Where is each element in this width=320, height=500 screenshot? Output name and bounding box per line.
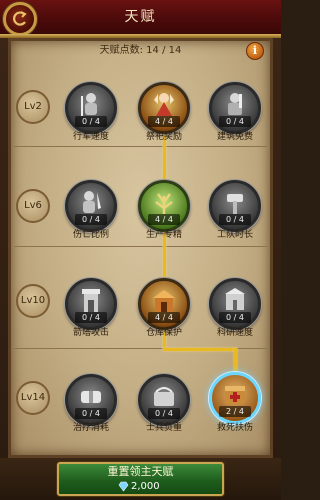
back-button[interactable] bbox=[3, 2, 37, 36]
talent-label: 建筑免费 bbox=[216, 132, 253, 142]
talent-label: 箭塔攻击 bbox=[72, 328, 109, 338]
talent-count: 2 / 4 bbox=[219, 406, 251, 417]
talent-node[interactable]: 4 / 4 bbox=[138, 278, 190, 330]
talent-label: 士兵负重 bbox=[145, 423, 182, 433]
talent-count: 0 / 4 bbox=[148, 408, 180, 419]
talent-count: 0 / 4 bbox=[219, 214, 251, 225]
talent-count: 0 / 4 bbox=[75, 408, 107, 419]
page-title: 天赋 bbox=[124, 9, 157, 25]
talent-count: 0 / 4 bbox=[219, 116, 251, 127]
talent-label: 伤亡比例 bbox=[72, 230, 109, 240]
crops-icon bbox=[155, 193, 173, 214]
talent-node[interactable]: 0 / 4 bbox=[138, 374, 190, 426]
talent-node[interactable]: 0 / 4 bbox=[209, 180, 261, 232]
talent-node[interactable]: 4 / 4 bbox=[138, 180, 190, 232]
talent-node[interactable]: 0 / 4 bbox=[65, 82, 117, 134]
reset-cost: 2,000 bbox=[131, 481, 160, 492]
talent-link bbox=[163, 348, 237, 351]
talent-node[interactable]: 0 / 4 bbox=[65, 278, 117, 330]
talent-count: 4 / 4 bbox=[148, 116, 180, 127]
talent-node[interactable]: 0 / 4 bbox=[209, 278, 261, 330]
talent-label: 仓库保护 bbox=[145, 328, 182, 338]
talent-node[interactable]: 4 / 4 bbox=[138, 82, 190, 134]
talent-node[interactable]: 2 / 4 bbox=[209, 372, 261, 424]
cargo-icon bbox=[154, 387, 174, 406]
warehouse-icon bbox=[153, 290, 175, 312]
priestess-icon bbox=[154, 93, 174, 116]
tower-icon bbox=[82, 289, 100, 312]
swirl-back-icon bbox=[13, 11, 27, 26]
talent-count: 0 / 4 bbox=[75, 312, 107, 323]
talent-label: 工队时长 bbox=[216, 230, 253, 240]
row-divider bbox=[14, 246, 267, 247]
level-badge-lv2: Lv2 bbox=[16, 90, 50, 124]
medic-chest-icon bbox=[225, 386, 245, 404]
hammer-icon bbox=[227, 194, 243, 214]
info-icon[interactable]: i bbox=[246, 42, 264, 60]
research-icon bbox=[225, 288, 245, 310]
talent-label: 生产专精 bbox=[145, 230, 182, 240]
talent-label: 治疗消耗 bbox=[72, 423, 109, 433]
talent-count: 0 / 4 bbox=[75, 214, 107, 225]
talent-label: 行军速度 bbox=[72, 132, 109, 142]
row-divider bbox=[14, 146, 267, 147]
talent-node[interactable]: 0 / 4 bbox=[65, 374, 117, 426]
warrior-icon bbox=[83, 191, 101, 213]
level-badge-lv6: Lv6 bbox=[16, 189, 50, 223]
diamond-icon bbox=[118, 481, 129, 492]
talent-points-label: 天赋点数: 14 / 14 bbox=[99, 45, 182, 56]
talent-label: 救死扶伤 bbox=[216, 423, 253, 433]
talent-count: 4 / 4 bbox=[148, 214, 180, 225]
level-badge-lv10: Lv10 bbox=[16, 284, 50, 318]
talent-link bbox=[234, 348, 237, 372]
talent-count: 0 / 4 bbox=[75, 116, 107, 127]
level-badge-lv14: Lv14 bbox=[16, 381, 50, 415]
talent-node[interactable]: 0 / 4 bbox=[65, 180, 117, 232]
bandage-icon bbox=[81, 391, 101, 403]
talent-count: 4 / 4 bbox=[148, 312, 180, 323]
talent-node[interactable]: 0 / 4 bbox=[209, 82, 261, 134]
talent-count: 0 / 4 bbox=[219, 312, 251, 323]
talent-label: 科研速度 bbox=[216, 328, 253, 338]
reset-talents-label: 重置领主天赋 bbox=[107, 465, 174, 478]
soldier-icon bbox=[81, 93, 97, 116]
builder-icon bbox=[228, 93, 242, 115]
talent-label: 祭祀奖励 bbox=[145, 132, 182, 142]
